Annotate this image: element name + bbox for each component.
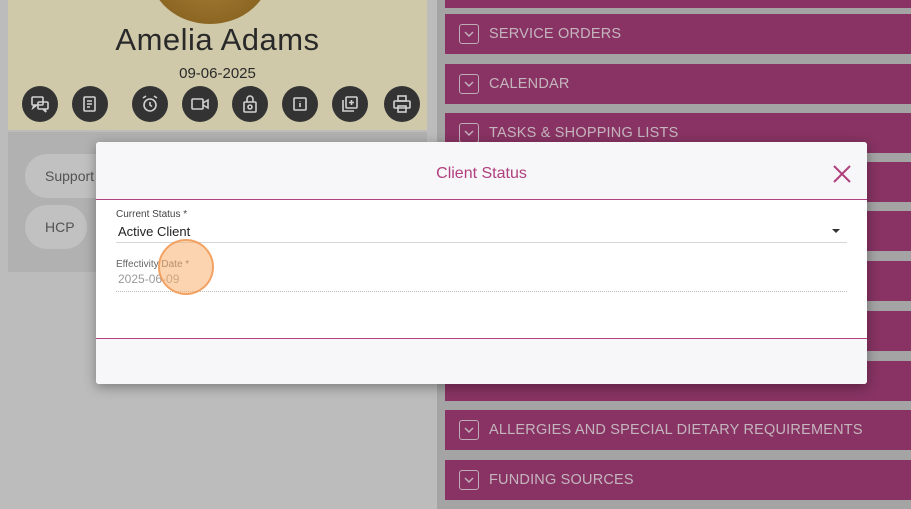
- current-status-label: Current Status *: [116, 209, 188, 220]
- close-button[interactable]: [830, 162, 854, 186]
- close-icon: [833, 165, 851, 183]
- click-indicator: [158, 239, 214, 295]
- modal-header: Client Status: [96, 142, 867, 200]
- effectivity-date-underline: [116, 291, 847, 292]
- current-status-select[interactable]: Active Client: [118, 224, 190, 239]
- current-status-underline: [116, 242, 847, 243]
- dropdown-arrow-icon[interactable]: [832, 229, 840, 233]
- modal-title: Client Status: [436, 165, 527, 182]
- modal-footer: [96, 338, 867, 384]
